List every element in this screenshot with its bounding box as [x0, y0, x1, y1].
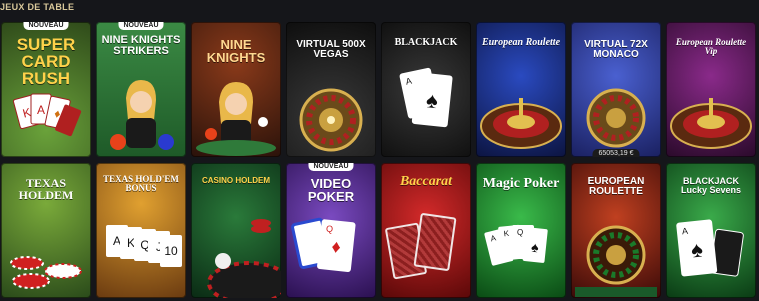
new-badge: NOUVEAU: [308, 163, 354, 171]
game-tile-blackjack-lucky-sevens[interactable]: BLACKJACK Lucky Sevens A ♠: [666, 163, 756, 298]
game-title: CASINO HOLDEM: [202, 176, 270, 185]
game-title: NINE KNIGHTS STRIKERS: [101, 34, 181, 57]
game-title: TEXAS HOLDEM: [18, 176, 74, 202]
game-title: SUPER CARD RUSH: [16, 35, 76, 88]
game-title: Baccarat: [399, 174, 453, 189]
game-tile-virtual-vegas-roulette[interactable]: VIRTUAL 500X VEGAS: [286, 22, 376, 157]
games-grid: NOUVEAU SUPER CARD RUSH K A ♦ NOUVEAU NI…: [1, 22, 759, 301]
game-tile-magic-poker[interactable]: Magic Poker A K Q ♠: [476, 163, 566, 298]
game-tile-baccarat[interactable]: Baccarat: [381, 163, 471, 298]
svg-text:A: A: [37, 103, 45, 117]
game-tile-texas-holdem[interactable]: TEXAS HOLDEM: [1, 163, 91, 298]
new-badge: NOUVEAU: [118, 22, 164, 30]
game-title: EUROPEAN ROULETTE: [587, 176, 645, 197]
game-tile-european-roulette[interactable]: European Roulette: [476, 22, 566, 157]
game-tile-european-roulette-vip[interactable]: European Roulette Vip: [666, 22, 756, 157]
game-tile-texas-holdem-bonus[interactable]: TEXAS HOLD'EM BONUS A K Q J 10: [96, 163, 186, 298]
svg-text:10: 10: [164, 244, 178, 258]
game-title: VIDEO POKER: [307, 176, 355, 204]
game-title: European Roulette: [481, 37, 561, 48]
game-title: BLACKJACK: [394, 37, 458, 48]
game-title: Magic Poker: [482, 176, 560, 191]
new-badge: NOUVEAU: [23, 22, 69, 30]
game-title: VIRTUAL 500X VEGAS: [296, 39, 366, 60]
svg-text:Q: Q: [326, 224, 334, 235]
jackpot-amount: 65053,19 €: [592, 149, 640, 157]
game-tile-virtual-monaco-roulette[interactable]: VIRTUAL 72X MONACO 65053,19 €: [571, 22, 661, 157]
game-tile-super-card-rush[interactable]: NOUVEAU SUPER CARD RUSH K A ♦: [1, 22, 91, 157]
svg-text:K: K: [127, 236, 135, 250]
game-tile-casino-holdem[interactable]: CASINO HOLDEM: [191, 163, 281, 298]
game-tile-blackjack[interactable]: BLACKJACK A ♠: [381, 22, 471, 157]
game-title: NINE KNIGHTS: [206, 37, 266, 65]
game-title: VIRTUAL 72X MONACO: [584, 39, 648, 60]
svg-text:A: A: [681, 226, 688, 237]
svg-text:Q: Q: [517, 228, 523, 237]
game-title: European Roulette Vip: [675, 37, 747, 56]
section-title: JEUX DE TABLE: [0, 2, 75, 12]
game-tile-nine-knights-strikers[interactable]: NOUVEAU NINE KNIGHTS STRIKERS: [96, 22, 186, 157]
game-title: TEXAS HOLD'EM BONUS: [103, 174, 179, 193]
game-tile-nine-knights[interactable]: NINE KNIGHTS: [191, 22, 281, 157]
game-tile-video-poker[interactable]: NOUVEAU VIDEO POKER ♦ Q: [286, 163, 376, 298]
card-back-right: [413, 212, 457, 272]
game-tile-european-roulette-classic[interactable]: EUROPEAN ROULETTE: [571, 163, 661, 298]
game-title: BLACKJACK Lucky Sevens: [680, 176, 742, 195]
svg-text:A: A: [113, 234, 121, 248]
